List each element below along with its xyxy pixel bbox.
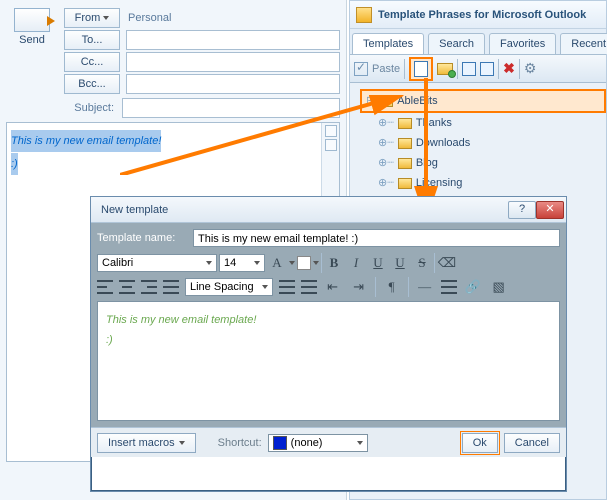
panel-tabs: Templates Search Favorites Recent	[350, 29, 606, 55]
close-button[interactable]: ✕	[536, 201, 564, 219]
settings-button[interactable]: ⚙	[524, 60, 537, 77]
delete-button[interactable]: ✖	[503, 60, 515, 77]
font-color-button[interactable]: A	[267, 254, 287, 272]
plus-badge-icon	[448, 70, 456, 78]
template-name-input[interactable]: This is my new email template! :)	[193, 229, 560, 247]
from-button[interactable]: From	[64, 8, 120, 28]
from-account: Personal	[126, 12, 171, 24]
color-swatch	[273, 436, 287, 450]
tree-node[interactable]: ⊕┈Thanks	[378, 113, 606, 133]
compose-header: Send From Personal To... Cc... Bcc...	[0, 0, 346, 96]
dialog-title-bar[interactable]: New template ? ✕	[91, 197, 566, 223]
folder-icon	[398, 158, 412, 169]
italic-button[interactable]: I	[346, 254, 366, 272]
underline2-button[interactable]: U	[390, 254, 410, 272]
tab-recent[interactable]: Recent	[560, 33, 607, 54]
tab-search[interactable]: Search	[428, 33, 485, 54]
shortcut-label: Shortcut:	[218, 437, 262, 449]
underline-button[interactable]: U	[368, 254, 388, 272]
shortcut-select[interactable]: (none)	[268, 434, 368, 452]
paste-button[interactable]: Paste	[372, 63, 400, 75]
send-label: Send	[6, 34, 58, 46]
help-button[interactable]: ?	[508, 201, 536, 219]
ok-button[interactable]: Ok	[462, 433, 498, 453]
template-name-label: Template name:	[97, 232, 187, 244]
tree-node[interactable]: ⊕┈Downloads	[378, 133, 606, 153]
cc-field[interactable]	[126, 52, 340, 72]
link-button[interactable]: 🔗	[463, 278, 483, 296]
align-center-button[interactable]	[119, 280, 135, 294]
outdent-button[interactable]: ⇤	[323, 278, 343, 296]
table-button[interactable]	[441, 280, 457, 294]
bullet-list-button[interactable]	[279, 280, 295, 294]
folder-icon	[398, 138, 412, 149]
selected-line2: :)	[11, 153, 18, 175]
clear-format-button[interactable]: ⌫	[437, 254, 457, 272]
align-left-button[interactable]	[97, 280, 113, 294]
font-family-select[interactable]: Calibri	[97, 254, 217, 272]
check-icon[interactable]	[354, 62, 368, 76]
panel-icon	[356, 7, 372, 23]
cc-button[interactable]: Cc...	[64, 52, 120, 72]
new-folder-button[interactable]	[437, 63, 453, 75]
tab-favorites[interactable]: Favorites	[489, 33, 556, 54]
hr-button[interactable]: —	[415, 278, 435, 296]
send-block[interactable]: Send	[6, 6, 58, 96]
tree-node[interactable]: ⊕┈Licensing	[378, 173, 606, 193]
number-list-button[interactable]	[301, 280, 317, 294]
paragraph-button[interactable]: ¶	[382, 278, 402, 296]
fields-column: From Personal To... Cc... Bcc...	[64, 6, 346, 96]
selected-line1: This is my new email template!	[11, 130, 161, 152]
new-template-button[interactable]	[409, 57, 433, 81]
new-template-icon	[414, 61, 428, 77]
to-button[interactable]: To...	[64, 30, 120, 50]
line-spacing-select[interactable]: Line Spacing	[185, 278, 273, 296]
cancel-button[interactable]: Cancel	[504, 433, 560, 453]
bold-button[interactable]: B	[324, 254, 344, 272]
template-tree: ⊟AbleBits ⊕┈Thanks ⊕┈Downloads ⊕┈Blog ⊕┈…	[350, 83, 606, 213]
dialog-body: Template name: This is my new email temp…	[91, 223, 566, 427]
editor-line1: This is my new email template!	[106, 310, 551, 330]
panel-title-bar: Template Phrases for Microsoft Outlook	[350, 1, 606, 29]
indent-button[interactable]: ⇥	[349, 278, 369, 296]
font-size-select[interactable]: 14	[219, 254, 265, 272]
highlight-button[interactable]	[297, 256, 311, 270]
dialog-footer: Insert macros Shortcut: (none) Ok Cancel	[91, 427, 566, 457]
editor-toolbar-2: Line Spacing ⇤ ⇥ ¶ — 🔗 ▧	[97, 275, 560, 301]
folder-icon	[398, 118, 412, 129]
dialog-title: New template	[101, 204, 168, 216]
folder-icon	[398, 178, 412, 189]
panel-title: Template Phrases for Microsoft Outlook	[378, 9, 586, 21]
subject-label: Subject:	[60, 102, 116, 114]
image-button[interactable]: ▧	[489, 278, 509, 296]
message-text: This is my new email template! :)	[7, 123, 339, 175]
template-editor[interactable]: This is my new email template! :)	[97, 301, 560, 421]
bcc-button[interactable]: Bcc...	[64, 74, 120, 94]
editor-line2: :)	[106, 330, 551, 350]
editor-toolbar-1: Calibri 14 A B I U U S ⌫	[97, 251, 560, 275]
tree-root[interactable]: ⊟AbleBits	[360, 89, 606, 113]
align-justify-button[interactable]	[163, 280, 179, 294]
panel-toolbar: Paste ✖ ⚙	[350, 55, 606, 83]
to-field[interactable]	[126, 30, 340, 50]
tab-templates[interactable]: Templates	[352, 33, 424, 54]
import-button[interactable]	[462, 62, 476, 76]
new-template-dialog: New template ? ✕ Template name: This is …	[90, 196, 567, 492]
send-icon	[14, 8, 50, 32]
strike-button[interactable]: S	[412, 254, 432, 272]
bcc-field[interactable]	[126, 74, 340, 94]
insert-macros-button[interactable]: Insert macros	[97, 433, 196, 453]
subject-field[interactable]	[122, 98, 340, 118]
tree-node[interactable]: ⊕┈Blog	[378, 153, 606, 173]
folder-open-icon	[379, 96, 393, 107]
export-button[interactable]	[480, 62, 494, 76]
align-right-button[interactable]	[141, 280, 157, 294]
